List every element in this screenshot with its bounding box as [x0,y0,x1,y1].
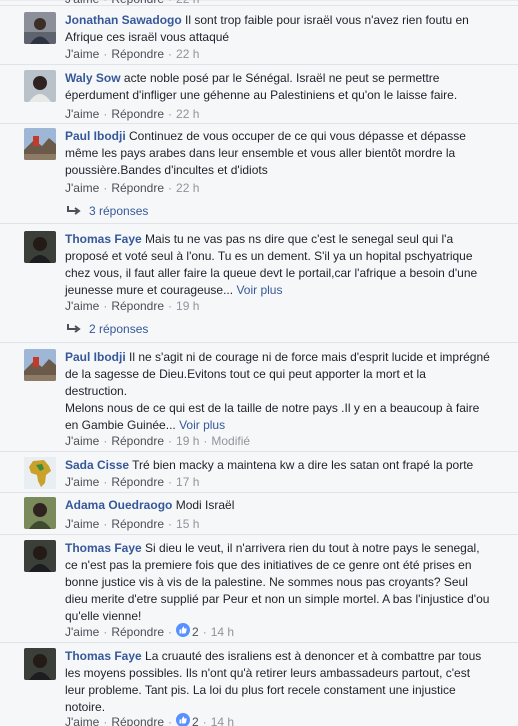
landscape-icon[interactable] [24,128,56,160]
comment-actions: J'aime · Répondre · 17 h [65,475,200,489]
reaction-count[interactable]: 2 [192,625,199,639]
divider [0,342,518,343]
like-reaction-icon[interactable] [176,622,191,641]
comment-actions: J'aime · Répondre · 2 · 14 h [65,622,235,641]
like-link[interactable]: J'aime [65,181,99,195]
like-link[interactable]: J'aime [65,625,99,639]
reply-link[interactable]: Répondre [111,715,164,726]
comment-time: 19 h [176,434,200,448]
like-link[interactable]: J'aime [65,299,99,313]
comments-feed: J'aime·Répondre·22 h Jonathan Sawadogo I… [0,0,518,726]
divider [0,123,518,124]
comment-time: 22 h [176,107,200,121]
comment-time: 22 h [176,181,200,195]
reply-arrow-icon [67,205,81,215]
view-replies-link[interactable]: 2 réponses [67,322,148,336]
divider [0,5,518,6]
comment-time: 17 h [176,475,200,489]
comment-text: Il ne s'agit ni de courage ni de force m… [65,350,490,398]
comment-author[interactable]: Paul Ibodji [65,129,126,143]
comment-author[interactable]: Thomas Faye [65,649,142,663]
comment-author[interactable]: Thomas Faye [65,541,142,555]
divider [0,642,518,643]
comment-actions: J'aime · Répondre · 22 h [65,181,200,195]
reply-link[interactable]: Répondre [111,475,164,489]
reaction-count[interactable]: 2 [192,715,199,726]
comment-time: 14 h [210,715,235,726]
like-link[interactable]: J'aime [65,715,99,726]
reply-link[interactable]: Répondre [111,625,164,639]
landscape-icon[interactable] [24,349,56,381]
comment-actions: J'aime · Répondre · 2 · 14 h [65,712,235,726]
comment-author[interactable]: Sada Cisse [65,458,129,472]
like-link[interactable]: J'aime [65,107,99,121]
divider [0,223,518,224]
person-icon[interactable] [24,497,56,529]
person-icon[interactable] [24,70,56,102]
person-icon[interactable] [24,540,56,572]
replies-count-label: 3 réponses [89,204,149,218]
divider [0,64,518,65]
reply-arrow-icon [67,323,81,333]
see-more-link[interactable]: Voir plus [236,283,282,297]
comment-actions: J'aime · Répondre · 22 h [65,47,200,61]
reply-link[interactable]: Répondre [111,517,164,531]
divider [0,451,518,452]
comment-text: Continuez de vous occuper de ce qui vous… [65,129,466,177]
divider [0,534,518,535]
comment-actions: J'aime · Répondre · 15 h [65,517,200,531]
comment-actions: J'aime · Répondre · 19 h · Modifié [65,434,251,448]
view-replies-link[interactable]: 3 réponses [67,204,148,218]
comment-text: acte noble posé par le Sénégal. Israël n… [65,71,458,102]
comment-author[interactable]: Adama Ouedraogo [65,498,172,512]
replies-count-label: 2 réponses [89,322,149,336]
reply-link[interactable]: Répondre [111,299,164,313]
reply-link[interactable]: Répondre [111,47,164,61]
see-more-link[interactable]: Voir plus [179,418,225,432]
like-link[interactable]: J'aime [65,434,99,448]
like-link[interactable]: J'aime [65,47,99,61]
comment-time: 15 h [176,517,200,531]
person-icon[interactable] [24,231,56,263]
like-link[interactable]: J'aime [65,475,99,489]
person-icon[interactable] [24,648,56,680]
comment-text: Modi Israël [175,498,235,512]
comment-author[interactable]: Thomas Faye [65,232,142,246]
comment-actions: J'aime · Répondre · 19 h [65,299,200,313]
like-reaction-icon[interactable] [176,712,191,726]
comment-time: 14 h [210,625,235,639]
reply-link[interactable]: Répondre [111,434,164,448]
comment-author[interactable]: Paul Ibodji [65,350,126,364]
reply-link[interactable]: Répondre [111,107,164,121]
reply-link[interactable]: Répondre [111,181,164,195]
person-icon[interactable] [24,12,56,44]
divider [0,492,518,493]
comment-time: 19 h [176,299,200,313]
like-link[interactable]: J'aime [65,517,99,531]
comment-author[interactable]: Waly Sow [65,71,121,85]
comment-text: Tré bien macky a maintena kw a dire les … [132,458,474,472]
comment-actions: J'aime · Répondre · 22 h [65,107,200,121]
edited-label[interactable]: Modifié [211,434,250,448]
africa-map-icon[interactable] [24,457,56,489]
comment-time: 22 h [176,47,200,61]
comment-author[interactable]: Jonathan Sawadogo [65,13,182,27]
comment-text-continued: Melons nous de ce qui est de la taille d… [65,401,480,432]
